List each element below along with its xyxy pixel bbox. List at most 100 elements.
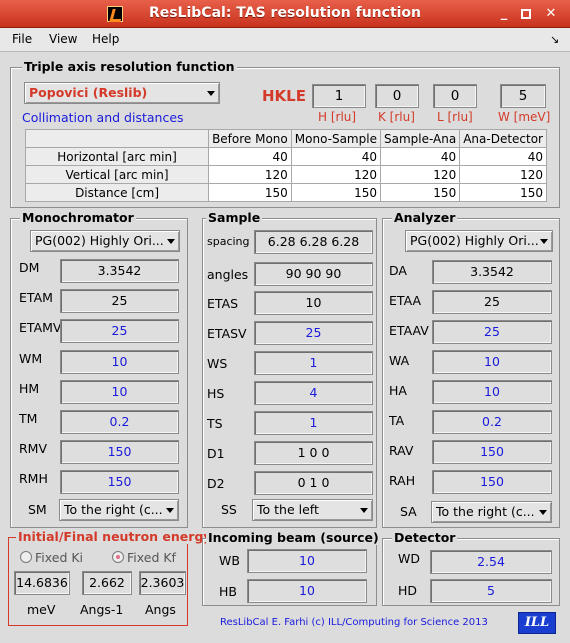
sample-title: Sample xyxy=(206,210,263,225)
analyzer-rah-field[interactable]: 150 xyxy=(432,470,552,494)
menu-file[interactable]: File xyxy=(12,32,32,46)
sample-d1-field[interactable]: 1 0 0 xyxy=(254,441,373,465)
fixed-kf-label[interactable]: Fixed Kf xyxy=(127,550,176,565)
w-unit: W [meV] xyxy=(498,110,551,124)
analyzer-ha-label: HA xyxy=(389,383,407,398)
analyzer-wa-field[interactable]: 10 xyxy=(432,350,552,374)
sample-etasv-label: ETASV xyxy=(207,326,247,341)
table-corner xyxy=(24,129,210,148)
row-label: Vertical [arc min] xyxy=(24,165,210,184)
collimation-link[interactable]: Collimation and distances xyxy=(22,110,184,125)
h-field[interactable]: 1 xyxy=(312,84,366,108)
mono-etam-field[interactable]: 25 xyxy=(60,289,179,313)
ana-crystal-select[interactable]: PG(002) Highly Ori... xyxy=(405,230,553,252)
mono-tm-label: TM xyxy=(19,411,38,426)
sample-angles-field[interactable]: 90 90 90 xyxy=(254,262,373,286)
table-header: Sample-Ana xyxy=(379,129,461,148)
table-cell[interactable]: 40 xyxy=(290,147,381,166)
sa-select[interactable]: To the right (c... xyxy=(431,501,552,523)
table-row: Distance [cm] 150 150 150 150 xyxy=(24,183,547,202)
wavelength-field[interactable]: 2.3603 xyxy=(139,571,186,595)
sa-label: SA xyxy=(400,504,417,519)
row-label: Horizontal [arc min] xyxy=(24,147,210,166)
monochromator-title: Monochromator xyxy=(20,210,136,225)
table-cell[interactable]: 150 xyxy=(290,183,381,202)
sample-hs-field[interactable]: 4 xyxy=(254,381,373,405)
method-select[interactable]: Popovici (Reslib) xyxy=(24,82,220,104)
fixed-kf-radio[interactable] xyxy=(112,551,124,563)
sample-ws-label: WS xyxy=(207,356,228,371)
analyzer-da-field[interactable]: 3.3542 xyxy=(432,260,552,284)
table-cell[interactable]: 40 xyxy=(459,147,547,166)
analyzer-etaa-field[interactable]: 25 xyxy=(432,290,552,314)
menu-help[interactable]: Help xyxy=(92,32,119,46)
table-cell[interactable]: 150 xyxy=(459,183,547,202)
k-field[interactable]: 0 xyxy=(375,84,419,108)
w-field[interactable]: 5 xyxy=(500,84,546,108)
table-row: Horizontal [arc min] 40 40 40 40 xyxy=(24,147,547,166)
mono-dm-field[interactable]: 3.3542 xyxy=(60,259,179,283)
l-unit: L [rlu] xyxy=(437,110,473,124)
window-title-bar[interactable]: ResLibCal: TAS resolution function _ ✕ xyxy=(0,0,570,28)
mono-rmv-field[interactable]: 150 xyxy=(60,440,179,464)
sample-hs-label: HS xyxy=(207,386,225,401)
wb-field[interactable]: 10 xyxy=(247,549,367,573)
hd-field[interactable]: 5 xyxy=(430,579,552,603)
table-cell[interactable]: 120 xyxy=(379,165,461,184)
analyzer-ta-label: TA xyxy=(389,413,405,428)
chevron-down-icon xyxy=(360,508,368,513)
mono-rmh-field[interactable]: 150 xyxy=(60,470,179,494)
ill-logo[interactable]: ILL xyxy=(518,612,556,634)
wavelength-unit: Angs xyxy=(145,602,176,617)
sm-select[interactable]: To the right (c... xyxy=(59,499,179,521)
sample-d2-field[interactable]: 0 1 0 xyxy=(254,471,373,495)
sample-ts-label: TS xyxy=(207,416,223,431)
table-cell[interactable]: 40 xyxy=(208,147,292,166)
ss-select[interactable]: To the left xyxy=(252,499,373,521)
mono-wm-field[interactable]: 10 xyxy=(60,350,179,374)
fixed-ki-radio[interactable] xyxy=(20,551,32,563)
analyzer-etaav-field[interactable]: 25 xyxy=(432,320,552,344)
sa-value: To the right (c... xyxy=(436,504,535,519)
menu-view[interactable]: View xyxy=(49,32,77,46)
close-icon[interactable]: ✕ xyxy=(543,6,559,22)
sample-d2-label: D2 xyxy=(207,476,225,491)
analyzer-ha-field[interactable]: 10 xyxy=(432,380,552,404)
chevron-down-icon xyxy=(540,239,548,244)
mono-wm-label: WM xyxy=(19,351,43,366)
table-cell[interactable]: 120 xyxy=(459,165,547,184)
sample-spacing-field[interactable]: 6.28 6.28 6.28 xyxy=(254,230,373,254)
dock-icon[interactable]: ↘ xyxy=(550,33,559,46)
table-cell[interactable]: 40 xyxy=(379,147,461,166)
energy-mev-field[interactable]: 14.6836 xyxy=(14,571,70,595)
mono-tm-field[interactable]: 0.2 xyxy=(60,410,179,434)
wd-field[interactable]: 2.54 xyxy=(430,550,552,574)
mono-crystal-select[interactable]: PG(002) Highly Ori... xyxy=(30,230,180,252)
mono-hm-field[interactable]: 10 xyxy=(60,380,179,404)
table-cell[interactable]: 150 xyxy=(208,183,292,202)
table-cell[interactable]: 120 xyxy=(290,165,381,184)
sample-etas-field[interactable]: 10 xyxy=(254,291,373,315)
fixed-ki-label[interactable]: Fixed Ki xyxy=(35,550,83,565)
table-header: Mono-Sample xyxy=(290,129,381,148)
mono-rmv-label: RMV xyxy=(19,441,48,456)
analyzer-ta-field[interactable]: 0.2 xyxy=(432,410,552,434)
l-field[interactable]: 0 xyxy=(433,84,477,108)
hb-field[interactable]: 10 xyxy=(247,579,367,603)
wavevector-field[interactable]: 2.662 xyxy=(82,571,132,595)
row-label: Distance [cm] xyxy=(24,183,210,202)
table-cell[interactable]: 120 xyxy=(208,165,292,184)
chevron-down-icon xyxy=(166,508,174,513)
minimize-icon[interactable]: _ xyxy=(496,6,512,22)
sample-etasv-field[interactable]: 25 xyxy=(254,321,373,345)
mono-etamv-field[interactable]: 25 xyxy=(60,319,179,343)
analyzer-rav-field[interactable]: 150 xyxy=(432,440,552,464)
energy-title: Initial/Final neutron energy xyxy=(16,529,214,544)
sample-d1-label: D1 xyxy=(207,446,225,461)
ss-label: SS xyxy=(221,502,237,517)
table-cell[interactable]: 150 xyxy=(379,183,461,202)
sample-ts-field[interactable]: 1 xyxy=(254,411,373,435)
sample-ws-field[interactable]: 1 xyxy=(254,351,373,375)
maximize-icon[interactable] xyxy=(518,6,534,22)
method-value: Popovici (Reslib) xyxy=(29,85,148,100)
